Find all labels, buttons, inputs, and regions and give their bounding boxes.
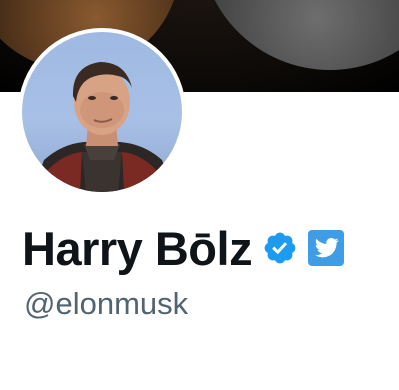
avatar-photo bbox=[22, 32, 182, 192]
twitter-bird-icon[interactable] bbox=[308, 230, 345, 266]
banner-planet-right bbox=[200, 0, 399, 70]
profile-name-row: Harry Bōlz bbox=[22, 218, 345, 278]
profile-avatar[interactable] bbox=[18, 28, 186, 196]
avatar-portrait-illustration bbox=[32, 62, 174, 192]
profile-handle: @elonmusk bbox=[24, 286, 189, 321]
verified-badge-icon[interactable] bbox=[262, 230, 298, 266]
profile-display-name: Harry Bōlz bbox=[22, 221, 253, 275]
